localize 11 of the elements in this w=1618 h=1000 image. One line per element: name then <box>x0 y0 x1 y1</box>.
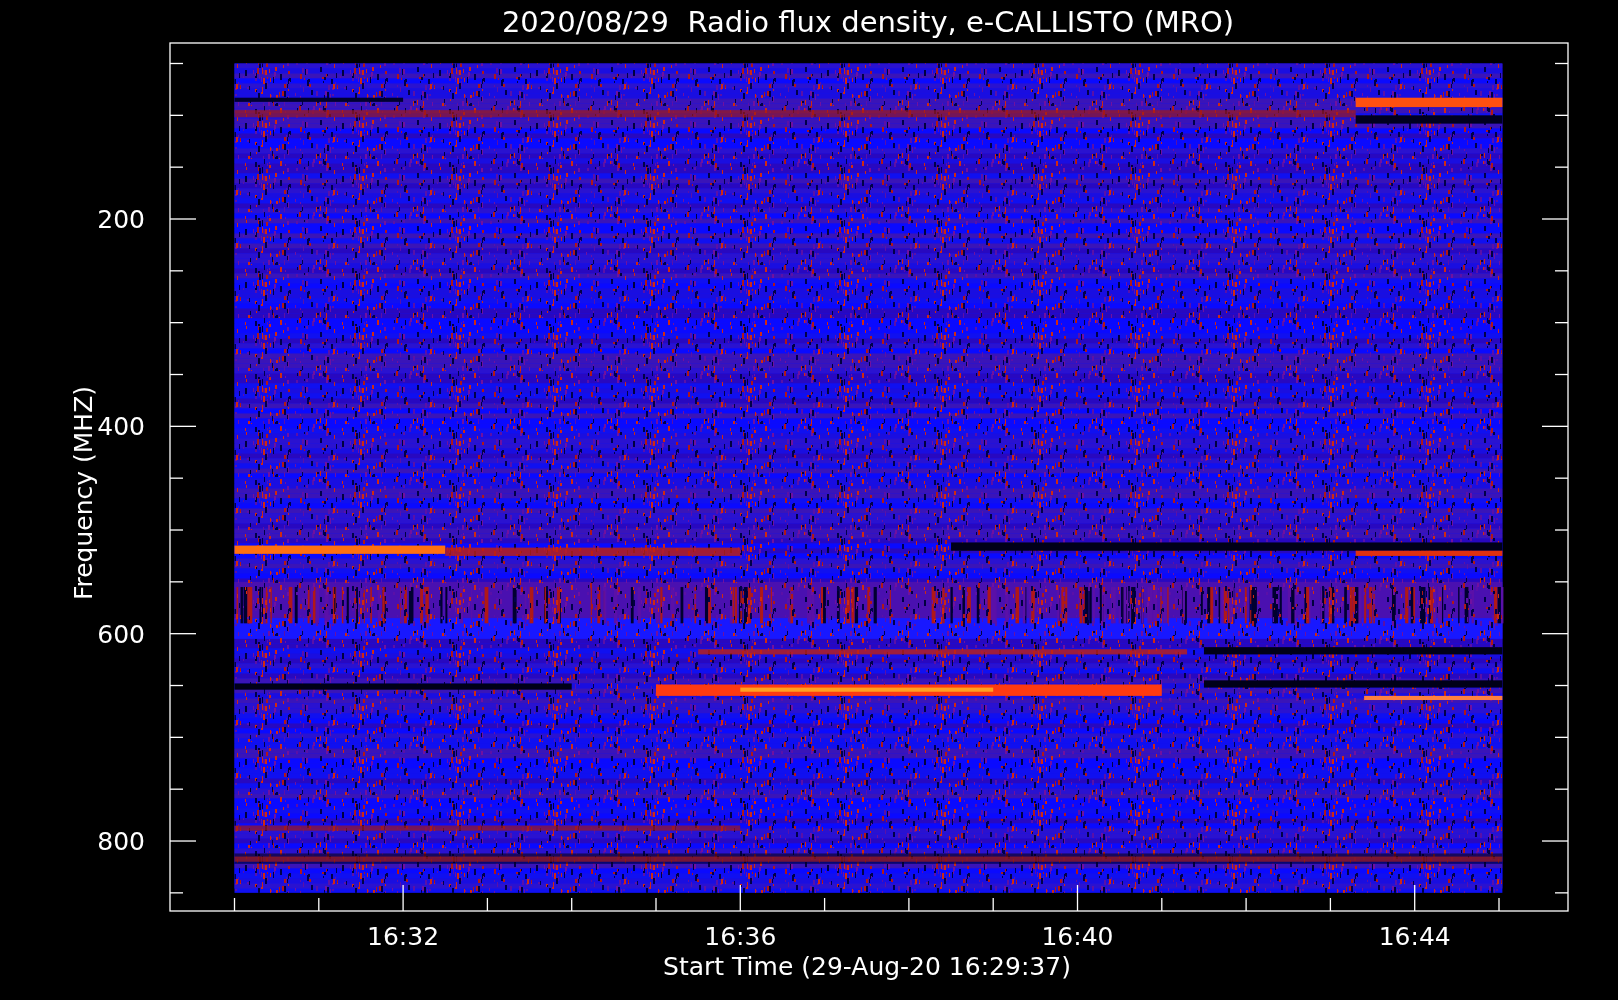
y-tick-label: 400 <box>97 412 145 442</box>
x-tick-label: 16:36 <box>704 922 777 951</box>
y-tick-label: 600 <box>97 619 145 649</box>
y-tick-label: 200 <box>97 205 145 234</box>
x-axis-label: Start Time (29-Aug-20 16:29:37) <box>663 952 1071 981</box>
plot-title: 2020/08/29 Radio flux density, e-CALLISTO (MRO) <box>501 5 1235 39</box>
x-tick-label: 16:44 <box>1378 922 1451 951</box>
x-tick-label: 16:32 <box>367 922 440 951</box>
y-tick-label: 800 <box>97 827 145 856</box>
x-tick-label: 16:40 <box>1041 922 1114 951</box>
y-axis-label: Frequency (MHZ) <box>69 385 98 601</box>
